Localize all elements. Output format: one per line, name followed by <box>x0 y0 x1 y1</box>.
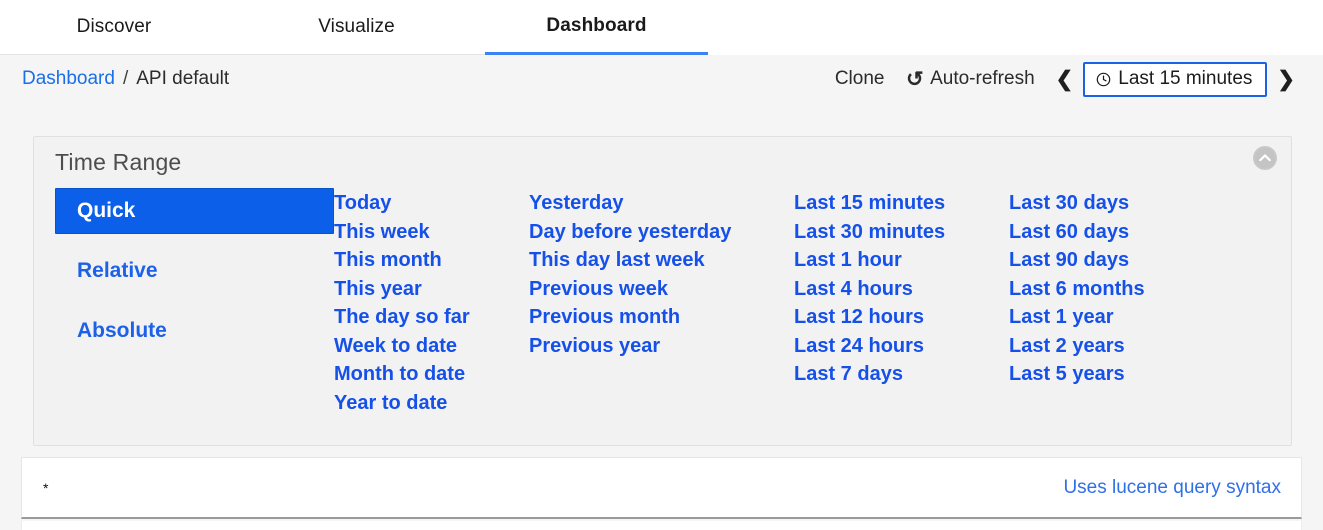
quick-range-link[interactable]: Last 1 year <box>1009 303 1229 332</box>
dashboard-page: Discover Visualize Dashboard Dashboard /… <box>0 0 1323 530</box>
time-previous-button[interactable]: ❮ <box>1046 69 1084 90</box>
refresh-icon: ↻ <box>906 67 925 91</box>
tab-discover[interactable]: Discover <box>0 0 228 55</box>
quick-range-link[interactable]: Last 15 minutes <box>794 189 1009 218</box>
mode-tab-relative[interactable]: Relative <box>55 248 334 294</box>
quick-range-link[interactable]: Previous week <box>529 275 794 304</box>
tab-visualize[interactable]: Visualize <box>228 0 485 55</box>
nav-filler <box>708 0 1323 55</box>
breadcrumb-current: API default <box>136 68 230 89</box>
quick-range-link[interactable]: Previous year <box>529 332 794 361</box>
auto-refresh-button[interactable]: ↻ Auto-refresh <box>895 67 1045 91</box>
breadcrumb: Dashboard / API default <box>22 68 229 90</box>
dashboard-toolbar: Dashboard / API default Clone ↻ Auto-ref… <box>0 55 1323 103</box>
time-range-panel-title: Time Range <box>55 149 182 175</box>
mode-tab-quick-label: Quick <box>77 199 136 222</box>
time-range-mode-tabs: Quick Relative Absolute <box>34 185 334 417</box>
tab-visualize-label: Visualize <box>318 16 395 37</box>
tab-dashboard[interactable]: Dashboard <box>485 0 708 55</box>
breadcrumb-root-link[interactable]: Dashboard <box>22 68 115 90</box>
quick-range-link[interactable]: This month <box>334 246 529 275</box>
quick-ranges-column-3: Last 15 minutes Last 30 minutes Last 1 h… <box>794 189 1009 417</box>
quick-range-link[interactable]: Last 90 days <box>1009 246 1229 275</box>
search-input[interactable] <box>22 478 1064 497</box>
mode-tab-relative-label: Relative <box>77 259 158 282</box>
time-range-button[interactable]: Last 15 minutes <box>1083 61 1268 97</box>
time-range-body: Quick Relative Absolute Today This week … <box>34 185 1291 417</box>
quick-ranges-column-2: Yesterday Day before yesterday This day … <box>529 189 794 417</box>
query-bar: Uses lucene query syntax <box>21 457 1302 519</box>
quick-range-link[interactable]: Previous month <box>529 303 794 332</box>
quick-ranges-column-1: Today This week This month This year The… <box>334 189 529 417</box>
clock-icon <box>1096 71 1111 87</box>
toolbar-actions: Clone ↻ Auto-refresh ❮ Last 15 minutes ❯ <box>824 61 1323 97</box>
clone-button[interactable]: Clone <box>824 68 896 90</box>
quick-range-link[interactable]: Last 4 hours <box>794 275 1009 304</box>
quick-range-link[interactable]: Last 30 minutes <box>794 218 1009 247</box>
quick-range-link[interactable]: Last 7 days <box>794 360 1009 389</box>
quick-range-link[interactable]: Month to date <box>334 360 529 389</box>
quick-range-link[interactable]: Last 5 years <box>1009 360 1229 389</box>
time-next-button[interactable]: ❯ <box>1267 69 1305 90</box>
quick-range-link[interactable]: Last 1 hour <box>794 246 1009 275</box>
quick-range-link[interactable]: Year to date <box>334 389 529 418</box>
chevron-up-circle-icon[interactable] <box>1253 146 1277 170</box>
quick-ranges-column-4: Last 30 days Last 60 days Last 90 days L… <box>1009 189 1229 417</box>
lucene-syntax-link[interactable]: Uses lucene query syntax <box>1063 477 1301 499</box>
quick-range-link[interactable]: Week to date <box>334 332 529 361</box>
quick-range-link[interactable]: This week <box>334 218 529 247</box>
tab-dashboard-label: Dashboard <box>546 15 647 36</box>
quick-range-link[interactable]: Day before yesterday <box>529 218 794 247</box>
quick-range-link[interactable]: Yesterday <box>529 189 794 218</box>
quick-range-link[interactable]: Last 6 months <box>1009 275 1229 304</box>
quick-range-link[interactable]: The day so far <box>334 303 529 332</box>
quick-range-link[interactable]: Last 60 days <box>1009 218 1229 247</box>
quick-range-link[interactable]: Last 24 hours <box>794 332 1009 361</box>
quick-ranges: Today This week This month This year The… <box>334 185 1291 417</box>
quick-range-link[interactable]: This day last week <box>529 246 794 275</box>
quick-range-link[interactable]: Last 12 hours <box>794 303 1009 332</box>
quick-range-link[interactable]: This year <box>334 275 529 304</box>
content-area <box>21 521 1302 530</box>
quick-range-link[interactable]: Last 30 days <box>1009 189 1229 218</box>
mode-tab-absolute[interactable]: Absolute <box>55 308 334 354</box>
time-range-panel: Time Range Quick Relative Absolute Today… <box>33 136 1292 446</box>
tab-discover-label: Discover <box>76 16 152 37</box>
time-range-button-label: Last 15 minutes <box>1118 67 1253 89</box>
mode-tab-absolute-label: Absolute <box>77 319 167 342</box>
main-nav: Discover Visualize Dashboard <box>0 0 1323 55</box>
auto-refresh-label: Auto-refresh <box>930 68 1035 89</box>
breadcrumb-separator: / <box>122 68 129 89</box>
clone-button-label: Clone <box>834 68 885 89</box>
quick-range-link[interactable]: Last 2 years <box>1009 332 1229 361</box>
mode-tab-quick[interactable]: Quick <box>55 188 334 234</box>
quick-range-link[interactable]: Today <box>334 189 529 218</box>
